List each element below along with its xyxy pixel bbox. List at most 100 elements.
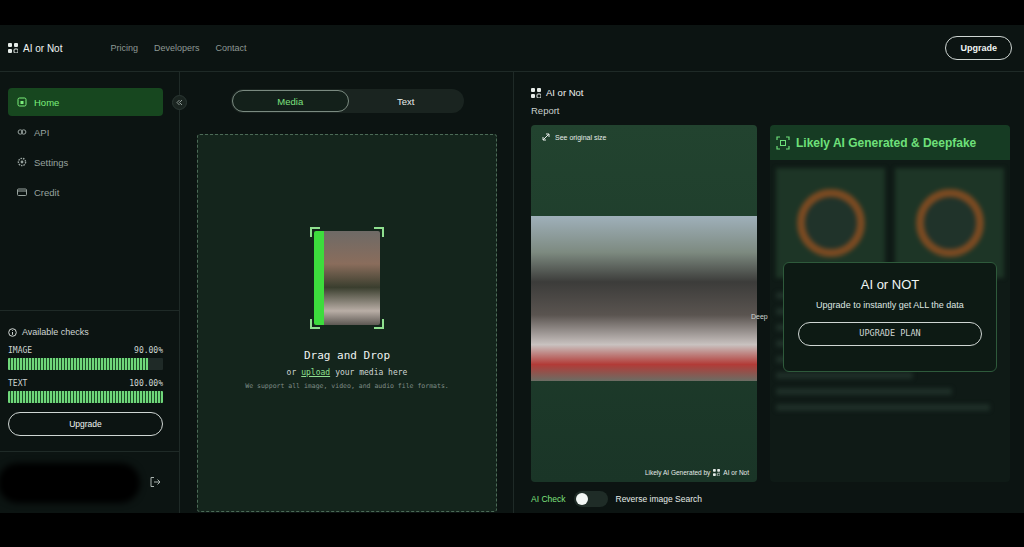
logo-icon bbox=[531, 88, 541, 98]
sidebar-label: Settings bbox=[34, 157, 68, 168]
scan-bar bbox=[314, 231, 324, 325]
sidebar-item[interactable]: Settings bbox=[8, 148, 163, 176]
card-icon bbox=[17, 187, 27, 197]
meter-reading: 100.00% bbox=[129, 379, 163, 388]
nav-link[interactable]: Developers bbox=[154, 43, 200, 53]
logo[interactable]: AI or Not bbox=[8, 43, 62, 54]
report-logo-text: AI or Not bbox=[546, 87, 584, 98]
redacted-name bbox=[0, 463, 140, 503]
mode-label[interactable]: Reverse image Search bbox=[616, 494, 702, 504]
check-meter: TEXT 100.00% bbox=[8, 379, 163, 403]
corner-mark bbox=[310, 319, 320, 329]
report-panel: AI or Not Report See original size Deep Like… bbox=[514, 72, 1024, 513]
mode-label[interactable]: AI Check bbox=[531, 494, 566, 504]
mode-switch-row: AI Check Reverse image Search bbox=[531, 491, 1010, 507]
meter-track bbox=[8, 391, 163, 403]
report-logo: AI or Not bbox=[531, 87, 1010, 98]
report-title: Report bbox=[531, 105, 1010, 116]
blurred-row bbox=[776, 372, 913, 379]
formats-note: We support all image, video, and audio f… bbox=[245, 382, 449, 390]
logo-icon bbox=[713, 469, 720, 476]
checks-title: Available checks bbox=[8, 327, 163, 337]
verdict-header: Likely AI Generated & Deepfake bbox=[770, 125, 1010, 160]
meter-labels: TEXT 100.00% bbox=[8, 379, 163, 388]
link-icon bbox=[17, 127, 27, 137]
meter-reading: 90.00% bbox=[134, 346, 163, 355]
meter-labels: IMAGE 90.00% bbox=[8, 346, 163, 355]
side-label: Deep bbox=[751, 313, 768, 320]
corner-mark bbox=[374, 227, 384, 237]
chevron-left-icon bbox=[176, 99, 183, 106]
hint-prefix: or bbox=[287, 368, 297, 377]
logo-icon bbox=[8, 43, 18, 53]
upgrade-button[interactable]: Upgrade bbox=[8, 412, 163, 436]
sidebar-label: API bbox=[34, 127, 49, 138]
header: AI or Not Pricing Developers Contact Upgrade bbox=[0, 25, 1024, 72]
corner-mark bbox=[310, 227, 320, 237]
home-icon bbox=[17, 97, 27, 107]
sidebar-item[interactable]: API bbox=[8, 118, 163, 146]
corner-mark bbox=[374, 319, 384, 329]
scan-icon bbox=[776, 136, 790, 150]
app-window: AI or Not Pricing Developers Contact Upgrade… bbox=[0, 25, 1024, 513]
sample-frame bbox=[314, 231, 380, 325]
tab[interactable]: Text bbox=[349, 90, 464, 112]
tab-label: Media bbox=[277, 96, 303, 107]
see-original-button[interactable]: See original size bbox=[531, 133, 757, 141]
user-account bbox=[0, 451, 179, 513]
tab[interactable]: Media bbox=[232, 90, 349, 112]
switch-knob bbox=[576, 493, 588, 505]
overlay-title: AI or NOT bbox=[861, 277, 920, 292]
logout-button[interactable] bbox=[149, 474, 161, 492]
badge-text: Likely AI Generated by bbox=[645, 469, 710, 476]
bottom-band bbox=[0, 513, 1024, 547]
upload-panel: MediaTextDrag and Droporuploadyour media… bbox=[180, 72, 514, 513]
upgrade-plan-button[interactable]: UPGRADE PLAN bbox=[798, 322, 982, 346]
sidebar-item[interactable]: Home bbox=[8, 88, 163, 116]
logo-text: AI or Not bbox=[23, 43, 62, 54]
upgrade-overlay: AI or NOTUpgrade to instantly get ALL th… bbox=[783, 262, 997, 372]
result-card: Likely AI Generated & DeepfakeAI or NOTU… bbox=[770, 125, 1010, 482]
nav: Pricing Developers Contact bbox=[110, 43, 246, 53]
analyzed-photo bbox=[531, 216, 757, 381]
gear-icon bbox=[17, 157, 27, 167]
image-card: See original sizeDeepLikely AI Generated… bbox=[531, 125, 757, 482]
nav-link[interactable]: Contact bbox=[216, 43, 247, 53]
available-checks: Available checks IMAGE 90.00% TEXT 100.00% Up… bbox=[0, 310, 179, 451]
sidebar-label: Home bbox=[34, 97, 59, 108]
meter-label: TEXT bbox=[8, 379, 27, 388]
sidebar-item[interactable]: Credit bbox=[8, 178, 163, 206]
info-icon bbox=[8, 328, 17, 337]
verdict-text: Likely AI Generated & Deepfake bbox=[796, 136, 976, 150]
sidebar-menu: Home API Settings Credit bbox=[0, 72, 179, 206]
upgrade-button[interactable]: Upgrade bbox=[945, 36, 1012, 60]
blurred-row bbox=[776, 388, 952, 395]
top-band bbox=[0, 0, 1024, 25]
badge-logo: AI or Not bbox=[723, 469, 749, 476]
main-area: Home API Settings Credit Available checks IMA… bbox=[0, 72, 1024, 513]
expand-icon bbox=[542, 133, 550, 141]
meter-fill bbox=[8, 391, 163, 403]
blurred-row bbox=[776, 404, 990, 411]
gauge-ring bbox=[797, 189, 865, 257]
nav-link[interactable]: Pricing bbox=[110, 43, 138, 53]
drop-hint: or upload your media here bbox=[287, 368, 408, 377]
meter-fill bbox=[8, 358, 148, 370]
sidebar-label: Credit bbox=[34, 187, 59, 198]
media-text-toggle: Media Text bbox=[231, 89, 464, 113]
hint-suffix: your media here bbox=[335, 368, 407, 377]
sample-photo bbox=[324, 231, 380, 325]
meter-track bbox=[8, 358, 163, 370]
checks-title-text: Available checks bbox=[22, 327, 89, 337]
sample-image bbox=[310, 227, 384, 329]
report-cards: See original size Deep Likely AI Generated… bbox=[531, 125, 1010, 482]
mode-switch[interactable] bbox=[574, 491, 608, 507]
check-meter: IMAGE 90.00% bbox=[8, 346, 163, 370]
drop-zone[interactable]: Drag and Droporuploadyour media hereWe s… bbox=[197, 134, 497, 512]
tab-label: Text bbox=[397, 96, 414, 107]
gauge-ring bbox=[916, 189, 984, 257]
collapse-button[interactable] bbox=[172, 95, 187, 110]
logout-icon bbox=[149, 476, 161, 488]
meter-label: IMAGE bbox=[8, 346, 32, 355]
upload-link[interactable]: upload bbox=[301, 368, 330, 377]
